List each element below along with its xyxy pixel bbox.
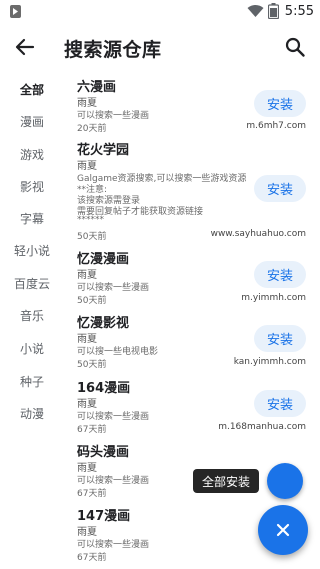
- source-author: 雨夏: [77, 98, 97, 109]
- install-all-tooltip[interactable]: 全部安装: [193, 469, 259, 493]
- source-name: 花火学园: [77, 143, 130, 158]
- install-button[interactable]: 安装: [254, 175, 306, 202]
- source-url: www.sayhuahuo.com: [210, 229, 306, 239]
- source-name: 164漫画: [77, 381, 131, 396]
- sidebar-item-video[interactable]: 影视: [0, 178, 64, 195]
- source-url: m.168manhua.com: [218, 422, 306, 432]
- list-item: 花火学园 雨夏 Galgame资源搜索,可以搜索一些游戏资源 **注意: 该搜索…: [64, 139, 320, 246]
- source-author: 雨夏: [77, 270, 97, 281]
- sidebar-item-subtitles[interactable]: 字幕: [0, 210, 64, 227]
- source-author: 雨夏: [77, 527, 97, 538]
- source-time: 67天前: [77, 489, 107, 499]
- app-bar: 搜索源仓库: [0, 24, 320, 70]
- source-author: 雨夏: [77, 334, 97, 345]
- arrow-back-icon[interactable]: [14, 36, 36, 58]
- status-bar: 5:55: [0, 0, 320, 24]
- source-name: 忆漫漫画: [77, 252, 130, 267]
- source-time: 67天前: [77, 553, 107, 563]
- source-name: 码头漫画: [77, 445, 130, 460]
- status-time: 5:55: [284, 3, 314, 19]
- source-desc: 可以搜索一些漫画: [77, 412, 150, 422]
- sidebar-item-torrent[interactable]: 种子: [0, 373, 64, 390]
- install-button[interactable]: 安装: [254, 90, 306, 117]
- source-name: 147漫画: [77, 509, 131, 524]
- battery-icon: [267, 3, 279, 19]
- source-url: kan.yimmh.com: [233, 357, 306, 367]
- page-title: 搜索源仓库: [64, 39, 162, 61]
- source-author: 雨夏: [77, 463, 97, 474]
- install-all-fab[interactable]: [267, 463, 303, 499]
- close-icon: [276, 523, 290, 537]
- app-notification-icon: [10, 5, 21, 18]
- source-desc: 可以搜一些电视电影: [77, 347, 159, 357]
- sidebar-item-baidu-cloud[interactable]: 百度云: [0, 275, 64, 292]
- list-item: 忆漫影视 雨夏 可以搜一些电视电影 50天前 kan.yimmh.com 安装: [64, 312, 320, 370]
- install-button[interactable]: 安装: [254, 261, 306, 288]
- sidebar-item-all[interactable]: 全部: [0, 81, 64, 98]
- source-desc: 可以搜索一些漫画: [77, 283, 150, 293]
- sidebar-item-light-novel[interactable]: 轻小说: [0, 242, 64, 259]
- install-button[interactable]: 安装: [254, 390, 306, 417]
- source-author: 雨夏: [77, 161, 97, 172]
- list-item: 六漫画 雨夏 可以搜索一些漫画 20天前 m.6mh7.com 安装: [64, 76, 320, 134]
- sidebar-item-music[interactable]: 音乐: [0, 307, 64, 324]
- source-name: 六漫画: [77, 80, 117, 95]
- source-time: 20天前: [77, 124, 107, 134]
- source-author: 雨夏: [77, 399, 97, 410]
- source-time: 67天前: [77, 425, 107, 435]
- source-name: 忆漫影视: [77, 316, 130, 331]
- source-url: m.yimmh.com: [241, 293, 306, 303]
- source-desc: 可以搜索一些漫画: [77, 540, 150, 550]
- install-button[interactable]: 安装: [254, 325, 306, 352]
- source-desc: 可以搜索一些漫画: [77, 111, 150, 121]
- source-url: m.6mh7.com: [246, 121, 306, 131]
- source-time: 50天前: [77, 296, 107, 306]
- search-icon[interactable]: [284, 36, 306, 58]
- sidebar-item-novel[interactable]: 小说: [0, 340, 64, 357]
- list-item: 忆漫漫画 雨夏 可以搜索一些漫画 50天前 m.yimmh.com 安装: [64, 248, 320, 306]
- source-desc: 可以搜索一些漫画: [77, 476, 150, 486]
- source-time: 50天前: [77, 360, 107, 370]
- source-desc-line: ******: [77, 215, 104, 225]
- source-time: 50天前: [77, 232, 107, 242]
- sidebar-item-anime[interactable]: 动漫: [0, 405, 64, 422]
- sidebar-item-comics[interactable]: 漫画: [0, 113, 64, 130]
- fab-main-button[interactable]: [258, 505, 308, 555]
- sidebar-item-games[interactable]: 游戏: [0, 146, 64, 163]
- wifi-icon: [247, 4, 264, 18]
- list-item: 164漫画 雨夏 可以搜索一些漫画 67天前 m.168manhua.com 安…: [64, 377, 320, 435]
